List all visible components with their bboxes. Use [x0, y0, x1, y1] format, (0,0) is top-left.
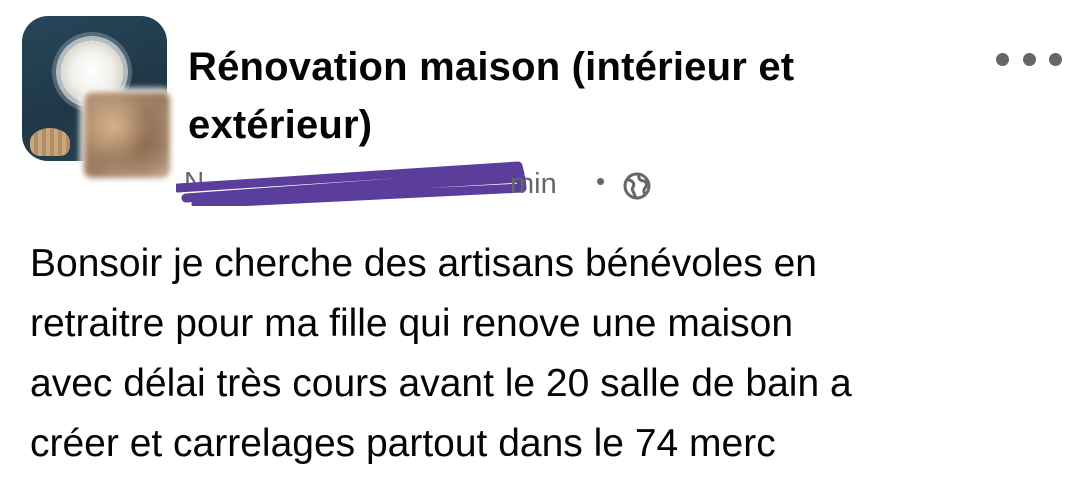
more-horizontal-icon: [1022, 52, 1036, 66]
decor-image: [30, 128, 70, 156]
post-text-line: retraitre pour ma fille qui renove une m…: [30, 302, 794, 345]
redaction-scribble: [176, 161, 527, 206]
post-card: Rénovation maison (intérieur et extérieu…: [0, 0, 1080, 491]
group-title-line: extérieur): [188, 103, 373, 147]
group-title-line: Rénovation maison (intérieur et: [188, 45, 795, 89]
post-text-line: Bonsoir je cherche des artisans bénévole…: [30, 242, 817, 285]
more-options-button[interactable]: [996, 46, 1062, 72]
user-avatar[interactable]: [80, 88, 174, 182]
post-meta: N min •: [176, 160, 696, 206]
post-text-line: créer et carrelages partout dans le 74 m…: [30, 422, 776, 465]
group-title[interactable]: Rénovation maison (intérieur et extérieu…: [188, 38, 948, 154]
post-time[interactable]: min: [510, 168, 557, 201]
post-body: Bonsoir je cherche des artisans bénévole…: [30, 234, 1050, 474]
more-horizontal-icon: [1049, 52, 1062, 66]
more-horizontal-icon: [996, 52, 1009, 66]
meta-separator: •: [596, 166, 606, 196]
globe-icon[interactable]: [623, 172, 651, 200]
post-text-line: avec délai très cours avant le 20 salle …: [30, 362, 852, 405]
